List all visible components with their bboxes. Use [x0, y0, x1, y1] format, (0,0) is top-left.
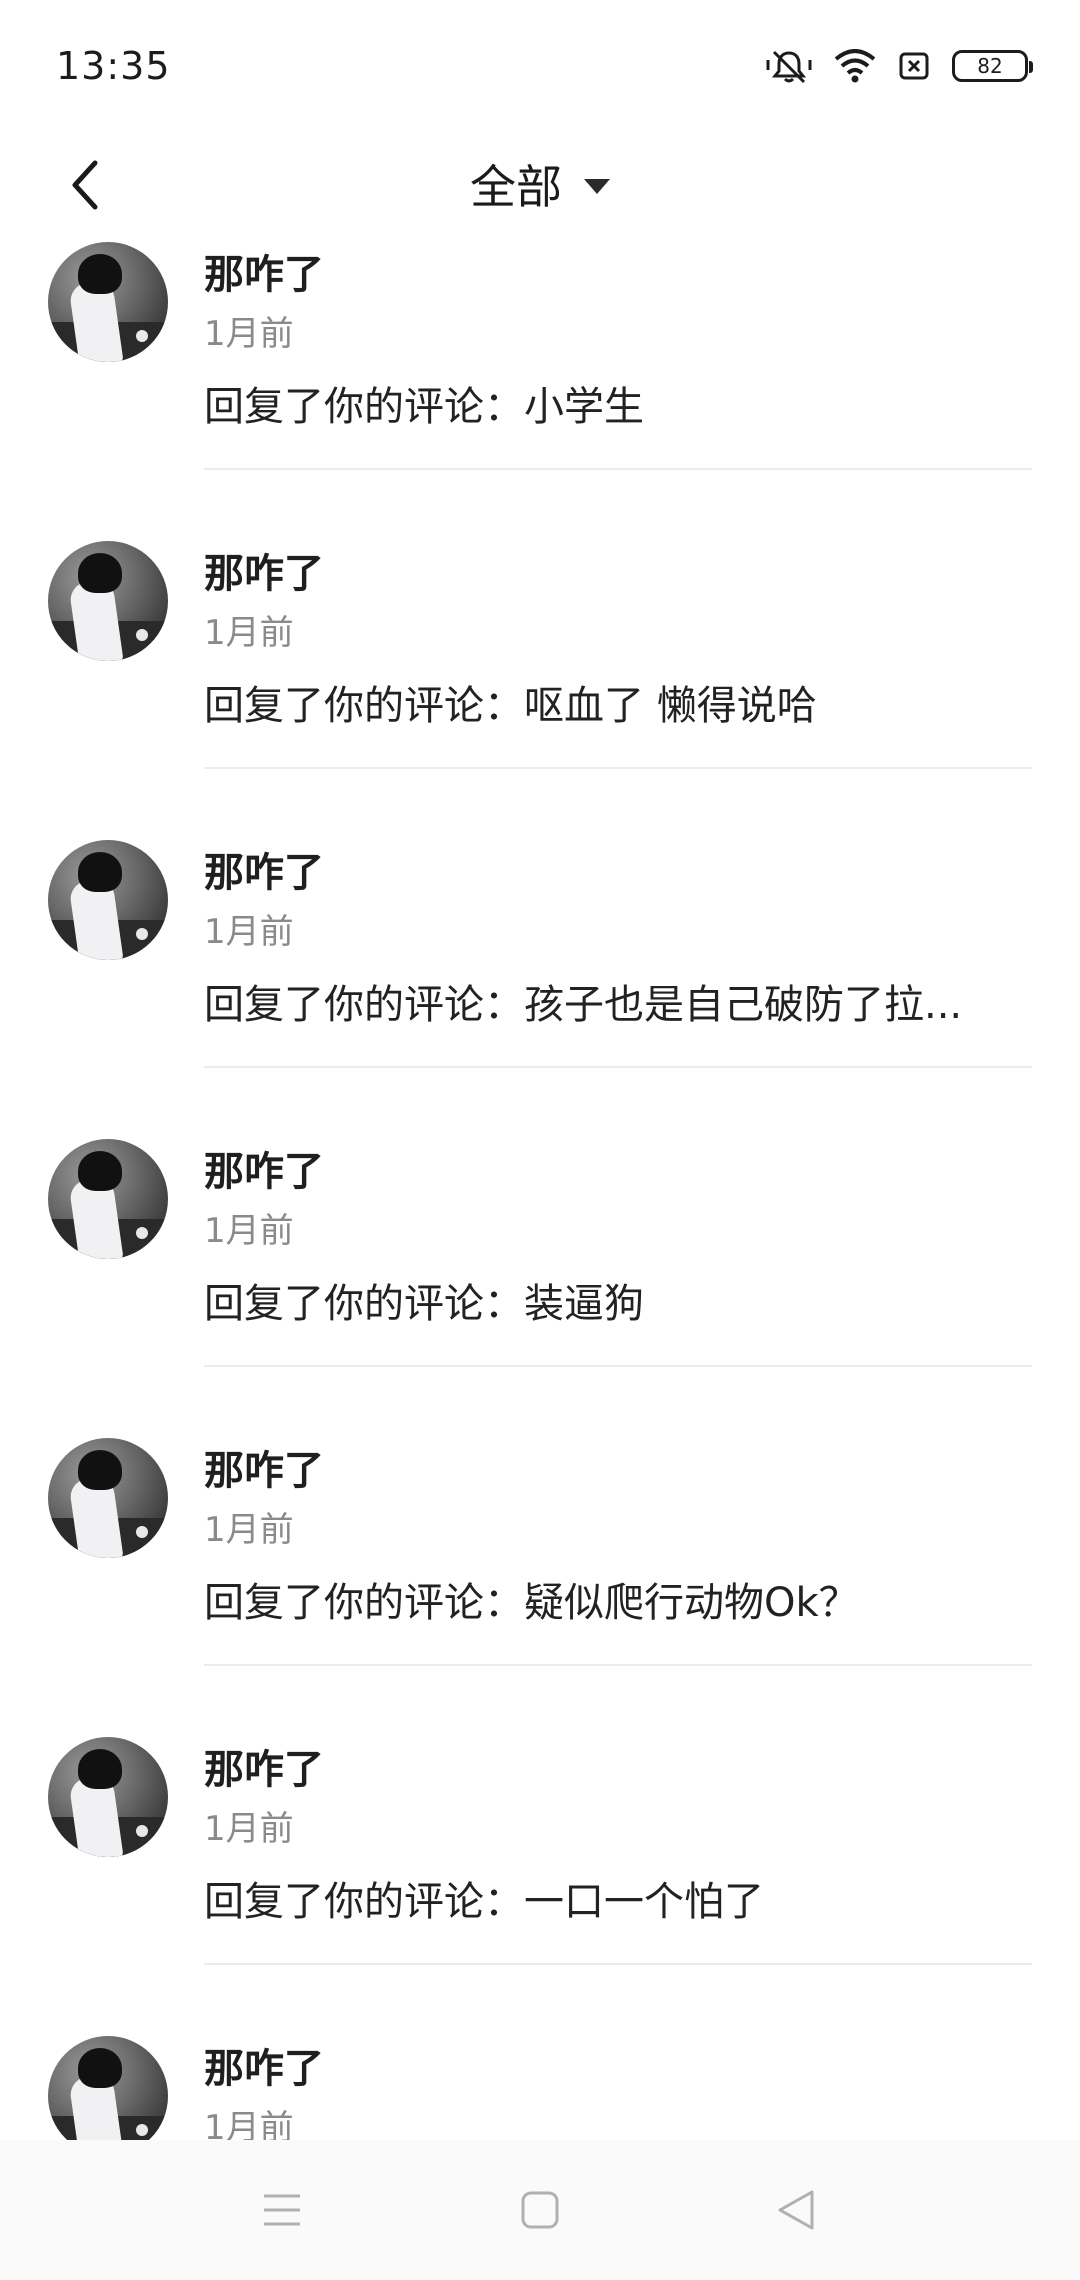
timestamp: 1月前	[204, 613, 294, 653]
reply-message[interactable]: 回复了你的评论：一口一个怕了	[204, 1869, 1024, 1927]
home-button[interactable]	[500, 2170, 580, 2250]
filter-dropdown[interactable]: 全部	[470, 144, 610, 224]
timestamp: 1月前	[204, 912, 294, 952]
timestamp: 1月前	[204, 2108, 294, 2140]
username[interactable]: 那咋了	[204, 840, 324, 898]
avatar[interactable]	[48, 2036, 168, 2140]
battery-level: 82	[977, 54, 1003, 78]
caret-down-icon	[584, 178, 610, 194]
list-item[interactable]: 那咋了 1月前	[0, 2034, 1080, 2140]
notification-list[interactable]: 那咋了 1月前 回复了你的评论：小学生 那咋了 1月前 回复了你的评论：呕血了 …	[0, 240, 1080, 2140]
home-icon	[521, 2191, 559, 2229]
timestamp: 1月前	[204, 1809, 294, 1849]
battery-icon: 82	[952, 50, 1033, 82]
reply-message[interactable]: 回复了你的评论：呕血了 懒得说哈	[204, 673, 1024, 731]
divider	[204, 1963, 1032, 1965]
list-item[interactable]: 那咋了 1月前 回复了你的评论：装逼狗	[0, 1137, 1080, 1436]
list-item[interactable]: 那咋了 1月前 回复了你的评论：呕血了 懒得说哈	[0, 539, 1080, 838]
timestamp: 1月前	[204, 314, 294, 354]
username[interactable]: 那咋了	[204, 541, 324, 599]
back-triangle-icon	[778, 2190, 814, 2230]
list-item[interactable]: 那咋了 1月前 回复了你的评论：小学生	[0, 240, 1080, 539]
chevron-left-icon	[72, 160, 98, 210]
divider	[204, 767, 1032, 769]
page-title: 全部	[470, 160, 562, 214]
avatar[interactable]	[48, 1438, 168, 1558]
username[interactable]: 那咋了	[204, 1737, 324, 1795]
reply-message[interactable]: 回复了你的评论：装逼狗	[204, 1271, 1024, 1329]
reply-message[interactable]: 回复了你的评论：小学生	[204, 374, 1024, 432]
mute-icon	[766, 48, 812, 84]
username[interactable]: 那咋了	[204, 1438, 324, 1496]
timestamp: 1月前	[204, 1510, 294, 1550]
divider	[204, 468, 1032, 470]
list-item[interactable]: 那咋了 1月前 回复了你的评论：疑似爬行动物Ok？	[0, 1436, 1080, 1735]
reply-message[interactable]: 回复了你的评论：孩子也是自己破防了拉...	[204, 972, 1024, 1030]
username[interactable]: 那咋了	[204, 242, 324, 300]
wifi-icon	[834, 49, 876, 83]
avatar[interactable]	[48, 840, 168, 960]
avatar[interactable]	[48, 541, 168, 661]
username[interactable]: 那咋了	[204, 2036, 324, 2094]
menu-icon	[264, 2194, 300, 2226]
avatar[interactable]	[48, 1139, 168, 1259]
username[interactable]: 那咋了	[204, 1139, 324, 1197]
avatar[interactable]	[48, 1737, 168, 1857]
status-time: 13:35	[56, 44, 171, 88]
reply-message[interactable]: 回复了你的评论：疑似爬行动物Ok？	[204, 1570, 1024, 1628]
divider	[204, 1066, 1032, 1068]
back-button[interactable]	[40, 140, 130, 230]
list-item[interactable]: 那咋了 1月前 回复了你的评论：孩子也是自己破防了拉...	[0, 838, 1080, 1137]
avatar[interactable]	[48, 242, 168, 362]
timestamp: 1月前	[204, 1211, 294, 1251]
recent-apps-button[interactable]	[242, 2170, 322, 2250]
system-back-button[interactable]	[756, 2170, 836, 2250]
divider	[204, 1365, 1032, 1367]
status-bar: 13:35 82	[0, 0, 1080, 130]
sim-icon	[898, 50, 930, 82]
header: 全部	[0, 130, 1080, 240]
divider	[204, 1664, 1032, 1666]
list-item[interactable]: 那咋了 1月前 回复了你的评论：一口一个怕了	[0, 1735, 1080, 2034]
status-icons: 82	[766, 44, 1033, 88]
system-nav-bar	[0, 2140, 1080, 2280]
